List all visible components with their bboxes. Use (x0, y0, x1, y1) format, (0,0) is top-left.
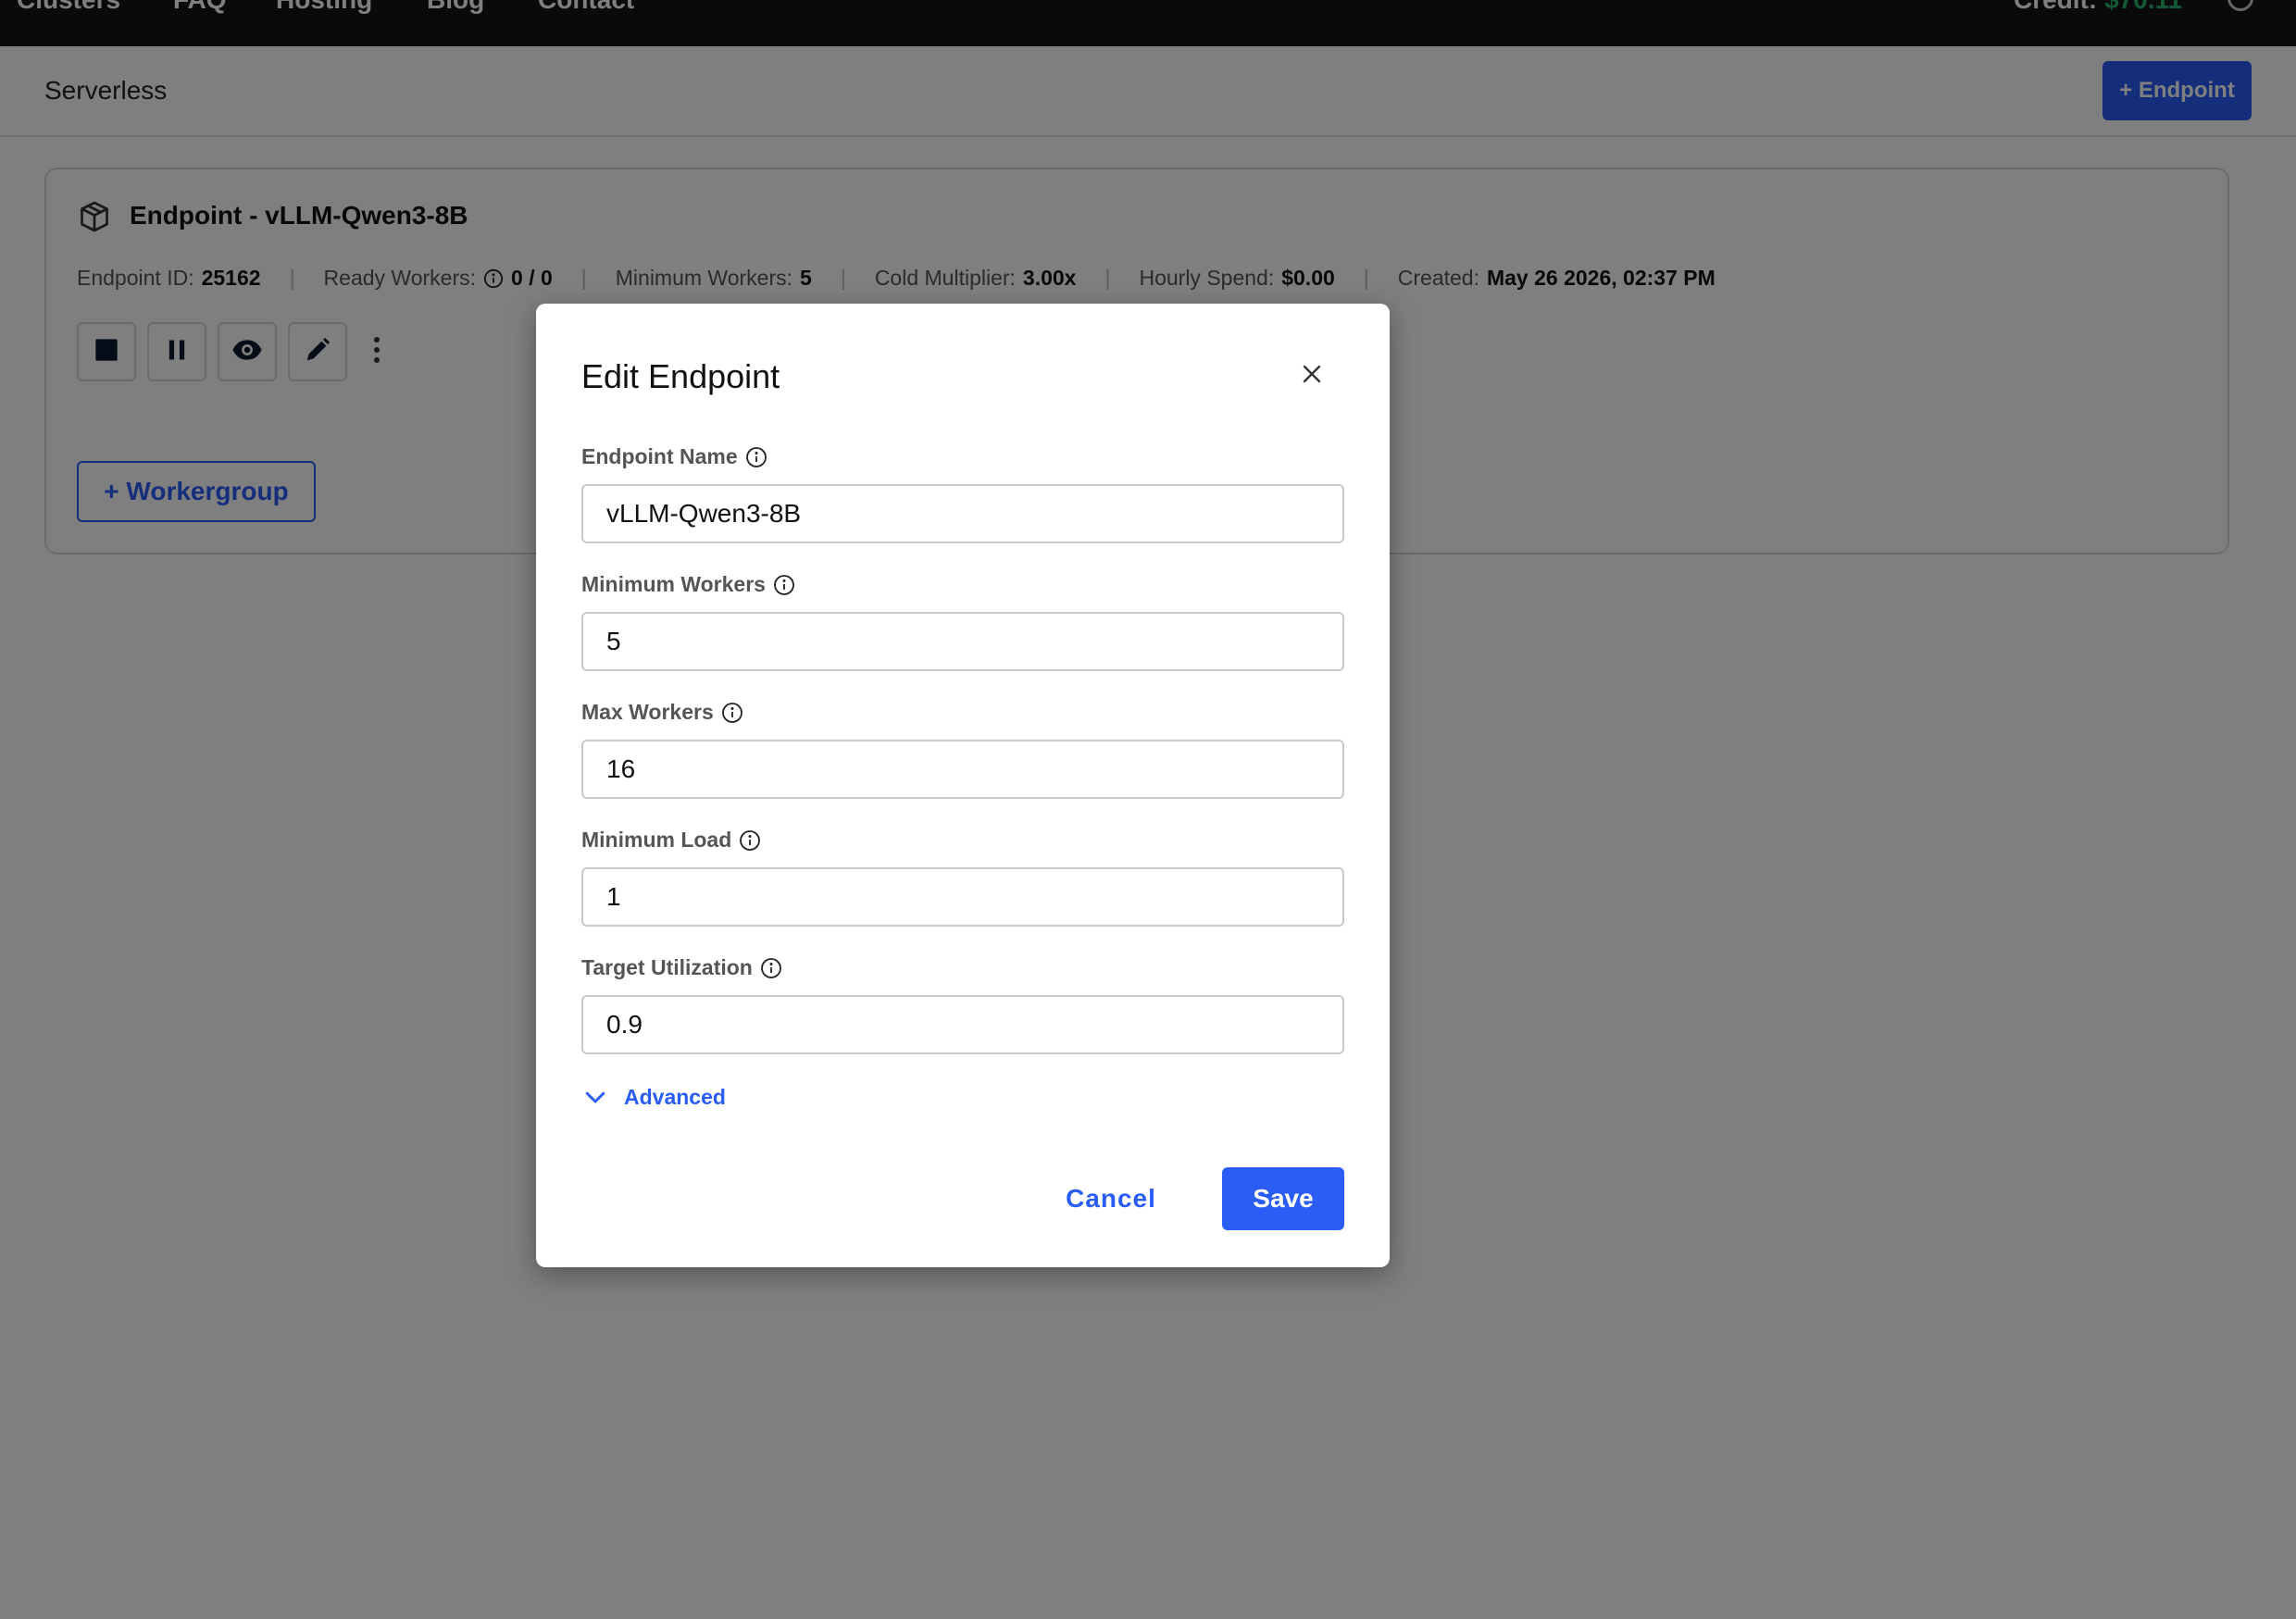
endpoint-name-label: Endpoint Name (581, 444, 767, 469)
close-icon (1301, 363, 1323, 390)
cancel-button[interactable]: Cancel (1055, 1167, 1167, 1230)
edit-endpoint-dialog: Edit Endpoint Endpoint Name Minimum Work… (536, 304, 1390, 1267)
info-icon[interactable] (721, 702, 743, 724)
close-button[interactable] (1293, 357, 1330, 394)
advanced-label: Advanced (624, 1084, 726, 1109)
field-label-text: Minimum Workers (581, 572, 766, 596)
info-icon[interactable] (745, 446, 767, 468)
save-button[interactable]: Save (1222, 1167, 1344, 1230)
field-label-text: Max Workers (581, 700, 714, 724)
info-icon[interactable] (739, 829, 761, 852)
chevron-down-icon (581, 1083, 609, 1111)
info-icon[interactable] (760, 957, 782, 979)
dialog-title: Edit Endpoint (581, 357, 780, 395)
info-icon[interactable] (773, 574, 795, 596)
target-utilization-label: Target Utilization (581, 955, 782, 980)
max-workers-label: Max Workers (581, 700, 743, 725)
field-label-text: Minimum Load (581, 828, 732, 852)
minimum-load-input[interactable] (581, 867, 1344, 927)
minimum-load-label: Minimum Load (581, 828, 761, 853)
max-workers-input[interactable] (581, 740, 1344, 799)
target-utilization-input[interactable] (581, 995, 1344, 1054)
endpoint-name-input[interactable] (581, 484, 1344, 543)
advanced-toggle[interactable]: Advanced (581, 1083, 726, 1111)
minimum-workers-input[interactable] (581, 612, 1344, 671)
minimum-workers-label: Minimum Workers (581, 572, 795, 597)
field-label-text: Target Utilization (581, 955, 753, 979)
field-label-text: Endpoint Name (581, 444, 738, 468)
